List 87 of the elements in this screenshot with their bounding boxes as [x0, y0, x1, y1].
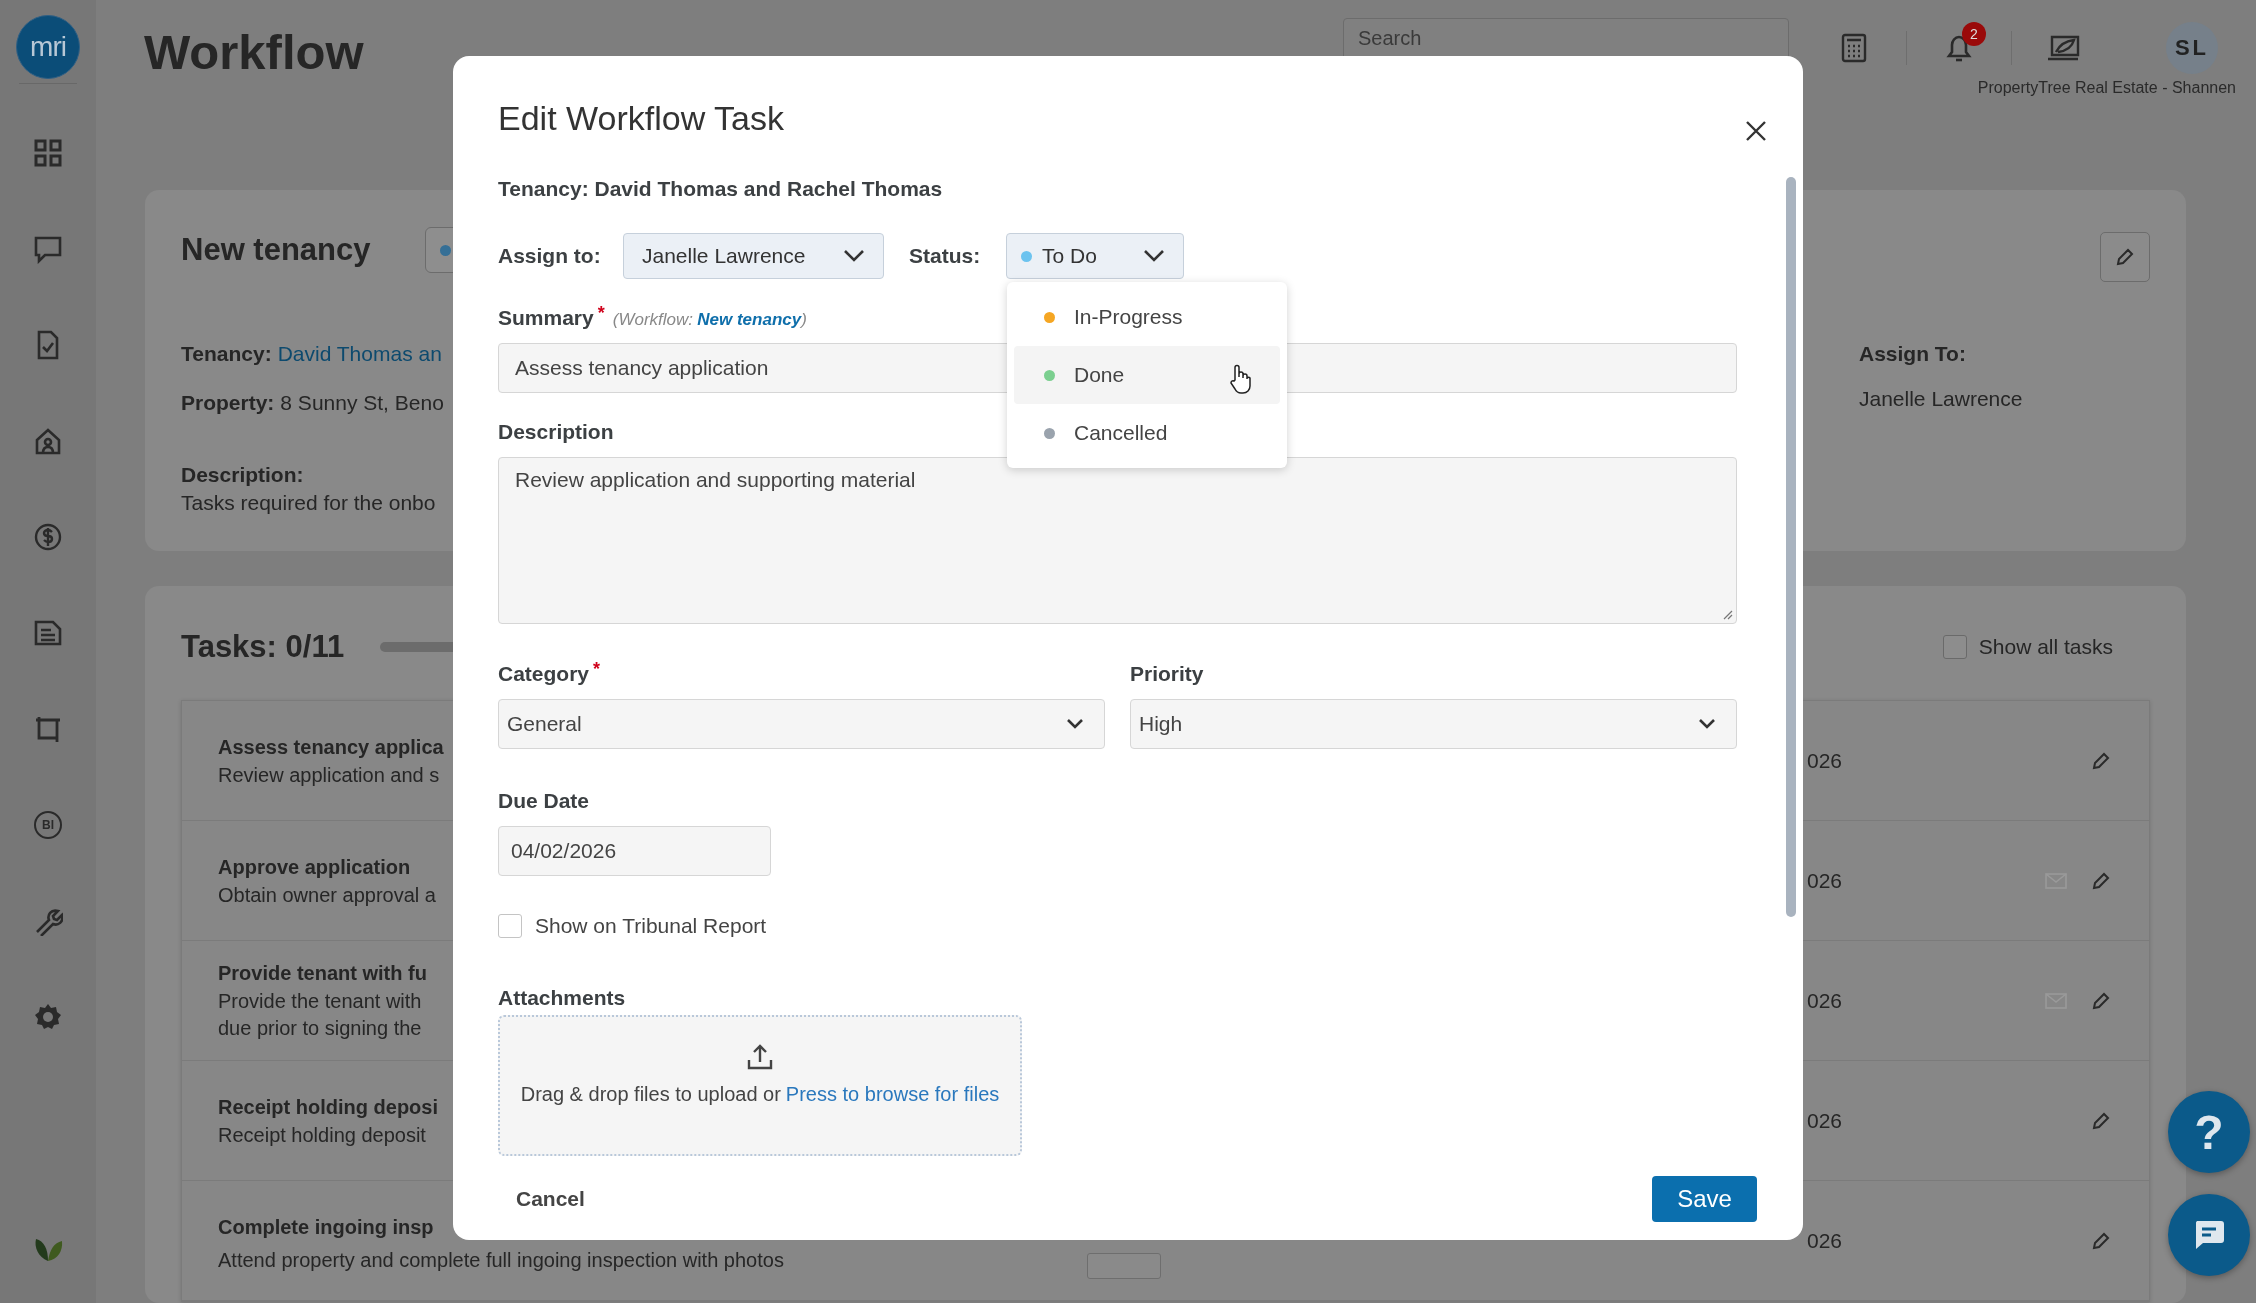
field-label: Tenancy:	[181, 342, 272, 365]
scrollbar[interactable]	[1786, 177, 1796, 917]
category-label: Category	[498, 660, 590, 687]
task-description: due prior to signing the	[218, 1016, 422, 1041]
show-all-checkbox[interactable]	[1942, 635, 1967, 659]
task-date: 026	[1807, 1107, 1843, 1134]
task-title: Approve application	[218, 854, 411, 880]
attachments-label: Attachments	[498, 984, 626, 1011]
status-select[interactable]: To Do	[1006, 233, 1184, 279]
task-title: Complete ingoing insp	[218, 1214, 434, 1240]
task-title: Assess tenancy applica	[218, 734, 444, 760]
description-label: Description	[498, 418, 614, 445]
assignee-select[interactable]: Janelle Lawrence	[623, 233, 884, 279]
hand-cursor-icon	[1229, 364, 1251, 394]
dollar-icon[interactable]	[33, 522, 63, 552]
task-date: 026	[1807, 987, 1843, 1014]
logo[interactable]: mri	[16, 15, 80, 79]
task-title: Receipt holding deposi	[218, 1094, 438, 1120]
close-icon	[1744, 119, 1768, 143]
settings-icon[interactable]	[33, 1002, 63, 1032]
home-icon[interactable]	[33, 426, 63, 456]
pencil-icon[interactable]	[2091, 870, 2111, 891]
page-title: Workflow	[144, 24, 364, 81]
laptop-leaf-icon[interactable]	[2046, 34, 2082, 62]
required-mark: *	[593, 658, 601, 680]
dropzone-text: Drag & drop files to upload or Press to browse for files	[520, 1081, 1000, 1107]
task-date: 026	[1807, 1227, 1843, 1254]
task-title: Provide tenant with fu	[218, 961, 427, 986]
task-date: 026	[1807, 747, 1843, 774]
edit-button[interactable]	[2100, 232, 2150, 282]
task-date: 026	[1807, 867, 1843, 894]
pencil-icon[interactable]	[2091, 990, 2111, 1011]
chevron-down-icon	[843, 249, 865, 263]
status-option[interactable]: In-Progress	[1014, 288, 1280, 346]
assign-label: Assign To:	[1859, 341, 1967, 367]
tribunal-label: Show on Tribunal Report	[535, 913, 767, 938]
browse-files-link[interactable]: Press to browse for files	[785, 1082, 1000, 1105]
tenancy-heading: Tenancy: David Thomas and Rachel Thomas	[498, 176, 943, 202]
file-dropzone[interactable]: Drag & drop files to upload or Press to browse for files	[498, 1014, 1022, 1156]
user-avatar[interactable]: SL	[2166, 22, 2218, 74]
chevron-down-icon	[1143, 249, 1165, 263]
pencil-icon[interactable]	[2091, 750, 2111, 771]
resize-grip-icon[interactable]	[1723, 609, 1733, 620]
description-label: Description:	[181, 462, 304, 488]
help-button[interactable]: ?	[2168, 1091, 2250, 1173]
task-description: Attend property and complete full ingoing inspection with photos	[218, 1247, 784, 1273]
workflow-note: (Workflow: New tenancy)	[612, 310, 807, 330]
notes-icon[interactable]	[33, 618, 63, 648]
upload-icon	[746, 1042, 774, 1071]
summary-label: Summary	[498, 305, 594, 331]
description-text: Tasks required for the onbo	[181, 490, 436, 516]
task-description: Obtain owner approval a	[218, 882, 436, 908]
pencil-icon	[2115, 247, 2135, 267]
task-description: Review application and s	[218, 762, 440, 788]
description-field[interactable]: Review application and supporting material	[498, 456, 1737, 624]
assignee-name: Janelle Lawrence	[1859, 386, 2024, 412]
notification-count-badge: 2	[1962, 22, 1986, 46]
field-value: 8 Sunny St, Beno	[280, 391, 444, 414]
account-caption: PropertyTree Real Estate - Shannen	[1977, 79, 2236, 97]
field-label: Property:	[181, 391, 275, 414]
dialog-title: Edit Workflow Task	[498, 98, 784, 139]
show-all-label: Show all tasks	[1978, 634, 2113, 660]
task-description: Provide the tenant with	[218, 989, 422, 1014]
priority-label: Priority	[1130, 660, 1204, 687]
category-select[interactable]: General	[498, 698, 1105, 749]
required-mark: *	[597, 303, 605, 324]
frame-icon[interactable]	[33, 714, 63, 744]
chevron-down-icon	[1698, 717, 1716, 730]
dashboard-icon[interactable]	[33, 138, 63, 168]
calculator-icon[interactable]	[1841, 33, 1867, 63]
chevron-down-icon	[1066, 717, 1084, 730]
tribunal-checkbox[interactable]	[498, 913, 522, 938]
workflow-link[interactable]: New tenancy	[697, 310, 802, 329]
chat-icon[interactable]	[33, 234, 63, 264]
due-date-field[interactable]: 04/02/2026	[498, 825, 771, 876]
pencil-icon[interactable]	[2091, 1110, 2111, 1131]
task-description: Receipt holding deposit	[218, 1122, 426, 1148]
workflow-title: New tenancy	[181, 231, 371, 269]
save-button[interactable]: Save	[1652, 1176, 1757, 1222]
due-date-label: Due Date	[498, 787, 590, 814]
status-option[interactable]: Done	[1014, 346, 1280, 404]
tasks-title: Tasks: 0/11	[181, 628, 345, 666]
chat-button[interactable]	[2168, 1194, 2250, 1276]
priority-select[interactable]: High	[1130, 698, 1737, 749]
pencil-icon[interactable]	[2091, 1230, 2111, 1251]
status-label: Status:	[909, 243, 982, 269]
assign-label: Assign to:	[498, 243, 602, 269]
